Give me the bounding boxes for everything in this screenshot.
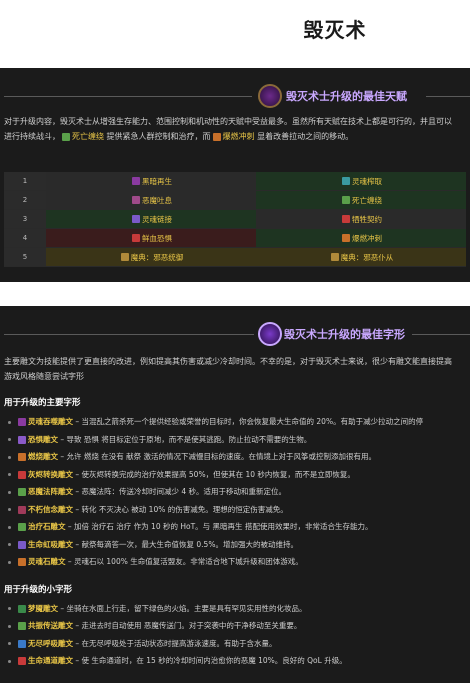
glyph-icon bbox=[18, 453, 26, 461]
list-item: 灵魂石雕文 – 灵魂石以 100% 生命值复活盟友。非常适合地下城升级和团体游戏… bbox=[8, 553, 470, 571]
divider-right bbox=[426, 96, 470, 97]
talent-row: 3 灵魂链接 牺牲契约 bbox=[4, 210, 466, 229]
list-item: 生命通道雕文 – 使 生命通道时，在 15 秒的冷却时间内治愈你的恶魔 10%。… bbox=[8, 652, 470, 670]
talent-left[interactable]: 恶魔吐息 bbox=[46, 191, 256, 209]
glyph-icon bbox=[18, 488, 26, 496]
talent-left[interactable]: 灵魂链接 bbox=[46, 210, 256, 228]
page-title: 毁灭术 bbox=[303, 18, 367, 42]
death-coil-link[interactable]: 死亡缠绕 bbox=[72, 132, 104, 141]
burning-rush-icon bbox=[212, 132, 221, 141]
grimoire-service-icon bbox=[330, 253, 339, 261]
soul-link-icon bbox=[132, 215, 140, 223]
talent-row: 2 恶魔吐息 死亡缠绕 bbox=[4, 191, 466, 210]
talent-right[interactable]: 牺牲契约 bbox=[256, 210, 466, 228]
glyph-icon bbox=[18, 622, 26, 630]
list-item: 燃烧雕文 – 允许 燃烧 在没有 献祭 激活的情况下减慢目标的速度。在情境上对于… bbox=[8, 448, 470, 466]
glyph-icon bbox=[18, 657, 26, 665]
glyph-icon bbox=[18, 470, 26, 479]
divider-right bbox=[412, 334, 470, 335]
sacrificial-pact-icon bbox=[342, 215, 350, 223]
major-glyph-list: 灵魂吞噬雕文 – 当混乱之箭杀死一个提供经验或荣誉的目标时，你会恢复最大生命值的… bbox=[0, 413, 470, 571]
death-coil-icon bbox=[342, 196, 350, 204]
glyph-icon bbox=[18, 639, 26, 648]
glyphs-section-header: 毁灭术士升级的最佳字形 bbox=[0, 306, 470, 358]
talents-heading: 毁灭术士升级的最佳天赋 bbox=[286, 90, 407, 103]
talents-panel: 毁灭术士升级的最佳天赋 对于升级内容，毁灭术士从增强生存能力、范围控制和机动性的… bbox=[0, 68, 470, 282]
glyphs-intro: 主要雕文为技能提供了更直接的改进，例如提高其伤害或减少冷却时间。不幸的是，对于毁… bbox=[4, 357, 452, 381]
list-item: 梦魇雕文 – 坐骑在水面上行走，留下绿色的火焰。主要是具有罕见实用性的化妆品。 bbox=[8, 600, 470, 618]
talent-table: 1 黑暗再生 灵魂榨取 2 恶魔吐息 死亡缠绕 3 灵魂链接 牺牲契约 4 鲜血… bbox=[4, 172, 466, 267]
blood-horror-icon bbox=[132, 234, 140, 242]
burning-rush-link[interactable]: 爆燃冲刺 bbox=[223, 132, 255, 141]
talent-left[interactable]: 魔典：邪恶统御 bbox=[46, 248, 256, 266]
glyph-icon bbox=[18, 558, 26, 566]
list-item: 恶魔法阵雕文 – 恶魔法阵：传送冷却时间减少 4 秒。适用于移动和重新定位。 bbox=[8, 483, 470, 501]
death-coil-icon bbox=[62, 132, 70, 141]
list-item: 共振传送雕文 – 走进去时自动使用 恶魔传送门。对于突袭中的干净移动至关重要。 bbox=[8, 617, 470, 635]
dark-regeneration-icon bbox=[132, 177, 140, 185]
talent-right[interactable]: 死亡缠绕 bbox=[256, 191, 466, 209]
talent-row: 1 黑暗再生 灵魂榨取 bbox=[4, 172, 466, 191]
list-item: 不朽信念雕文 – 转化 不灭决心 被动 10% 的伤害减免。理想的恒定伤害减免。 bbox=[8, 501, 470, 519]
list-item: 生命虹吸雕文 – 献祭每滴答一次，最大生命值恢复 0.5%。增加强大的被动维持。 bbox=[8, 536, 470, 554]
list-item: 无尽呼吸雕文 – 在无尽呼吸处于活动状态时提高游泳速度。有助于含水量。 bbox=[8, 635, 470, 653]
major-glyphs-heading: 用于升级的主要字形 bbox=[4, 398, 81, 408]
soul-leech-icon bbox=[342, 177, 350, 185]
divider-left bbox=[4, 96, 252, 97]
talent-right[interactable]: 灵魂榨取 bbox=[256, 172, 466, 190]
grimoire-supremacy-icon bbox=[120, 253, 129, 261]
talent-row: 5 魔典：邪恶统御 魔典：邪恶仆从 bbox=[4, 248, 466, 267]
talent-row: 4 鲜血恐惧 爆燃冲刺 bbox=[4, 229, 466, 248]
talent-right[interactable]: 魔典：邪恶仆从 bbox=[256, 248, 466, 266]
list-item: 灰烬转换雕文 – 使灰烬转换完成的治疗效果提高 50%，但使其在 10 秒内恢复… bbox=[8, 466, 470, 484]
list-item: 恐惧雕文 – 导致 恐惧 将目标定位于原地，而不是使其逃跑。防止拉动不需要的生物… bbox=[8, 431, 470, 449]
burning-rush-icon bbox=[342, 234, 350, 242]
divider-left bbox=[4, 334, 254, 335]
warlock-emblem-icon bbox=[258, 84, 282, 108]
glyphs-heading: 毁灭术士升级的最佳字形 bbox=[284, 328, 405, 341]
glyphs-panel: 毁灭术士升级的最佳字形 主要雕文为技能提供了更直接的改进，例如提高其伤害或减少冷… bbox=[0, 306, 470, 683]
talent-left[interactable]: 鲜血恐惧 bbox=[46, 229, 256, 247]
talent-left[interactable]: 黑暗再生 bbox=[46, 172, 256, 190]
glyph-emblem-icon bbox=[258, 322, 282, 346]
glyph-icon bbox=[18, 523, 26, 531]
glyph-icon bbox=[18, 418, 26, 426]
minor-glyph-list: 梦魇雕文 – 坐骑在水面上行走，留下绿色的火焰。主要是具有罕见实用性的化妆品。 … bbox=[0, 600, 470, 670]
minor-glyphs-heading: 用于升级的小字形 bbox=[4, 584, 73, 595]
glyph-icon bbox=[18, 435, 26, 444]
demonic-breath-icon bbox=[132, 196, 140, 204]
glyph-icon bbox=[18, 604, 26, 613]
talents-section-header: 毁灭术士升级的最佳天赋 bbox=[0, 68, 470, 120]
list-item: 治疗石雕文 – 加倍 治疗石 治疗 作为 10 秒的 HoT。与 黑暗再生 搭配… bbox=[8, 518, 470, 536]
talent-right[interactable]: 爆燃冲刺 bbox=[256, 229, 466, 247]
glyph-icon bbox=[18, 540, 26, 549]
glyph-icon bbox=[18, 505, 26, 514]
list-item: 灵魂吞噬雕文 – 当混乱之箭杀死一个提供经验或荣誉的目标时，你会恢复最大生命值的… bbox=[8, 413, 470, 431]
